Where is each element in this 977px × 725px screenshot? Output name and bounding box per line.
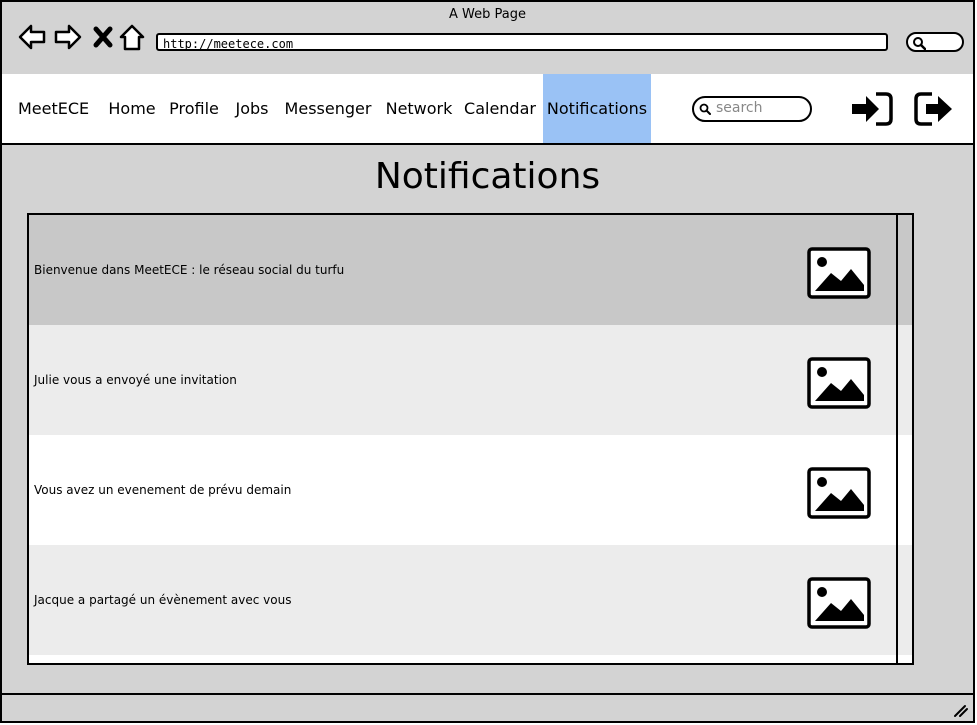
nav-jobs[interactable]: Jobs <box>229 74 275 143</box>
notification-item[interactable]: Jacque a partagé un évènement avec vous <box>29 545 912 655</box>
search-icon <box>699 103 711 115</box>
notification-item[interactable]: Bienvenue dans MeetECE : le réseau socia… <box>29 215 912 325</box>
browser-statusbar <box>2 693 973 721</box>
browser-window: A Web Page http://meetece.com MeetECE Ho… <box>0 0 975 723</box>
nav-network[interactable]: Network <box>384 74 454 143</box>
login-icon[interactable] <box>850 91 894 127</box>
notification-text: Jacque a partagé un évènement avec vous <box>34 593 292 607</box>
nav-profile[interactable]: Profile <box>165 74 223 143</box>
browser-search-field[interactable] <box>906 32 964 52</box>
nav-messenger[interactable]: Messenger <box>282 74 374 143</box>
image-icon <box>807 247 871 299</box>
notification-item[interactable]: Vous avez un evenement de prévu demain <box>29 435 912 545</box>
nav-home[interactable]: Home <box>103 74 161 143</box>
back-arrow-icon[interactable] <box>18 22 46 52</box>
logout-icon[interactable] <box>913 91 959 127</box>
notification-text: Julie vous a envoyé une invitation <box>34 373 237 387</box>
notification-text: Bienvenue dans MeetECE : le réseau socia… <box>34 263 345 277</box>
nav-notifications[interactable]: Notifications <box>543 74 651 143</box>
page-title: Notifications <box>374 156 601 197</box>
notifications-list: Bienvenue dans MeetECE : le réseau socia… <box>27 213 914 665</box>
close-icon[interactable] <box>90 22 118 52</box>
search-placeholder: search <box>716 100 763 116</box>
window-title: A Web Page <box>449 7 526 22</box>
resize-grip-icon[interactable] <box>953 704 969 718</box>
notification-text: Vous avez un evenement de prévu demain <box>34 483 292 497</box>
image-icon <box>807 467 871 519</box>
nav-calendar[interactable]: Calendar <box>462 74 538 143</box>
site-navbar: MeetECE Home Profile Jobs Messenger Netw… <box>2 74 973 145</box>
forward-arrow-icon[interactable] <box>54 22 82 52</box>
home-icon[interactable] <box>118 22 146 52</box>
browser-titlebar: A Web Page http://meetece.com <box>2 2 973 76</box>
address-bar[interactable]: http://meetece.com <box>156 33 888 51</box>
image-icon <box>807 577 871 629</box>
brand-logo[interactable]: MeetECE <box>18 74 89 143</box>
image-icon <box>807 357 871 409</box>
search-icon <box>913 37 926 50</box>
notification-item[interactable]: Julie vous a envoyé une invitation <box>29 325 912 435</box>
list-scrollbar[interactable] <box>896 215 898 663</box>
site-search-input[interactable]: search <box>692 96 812 122</box>
